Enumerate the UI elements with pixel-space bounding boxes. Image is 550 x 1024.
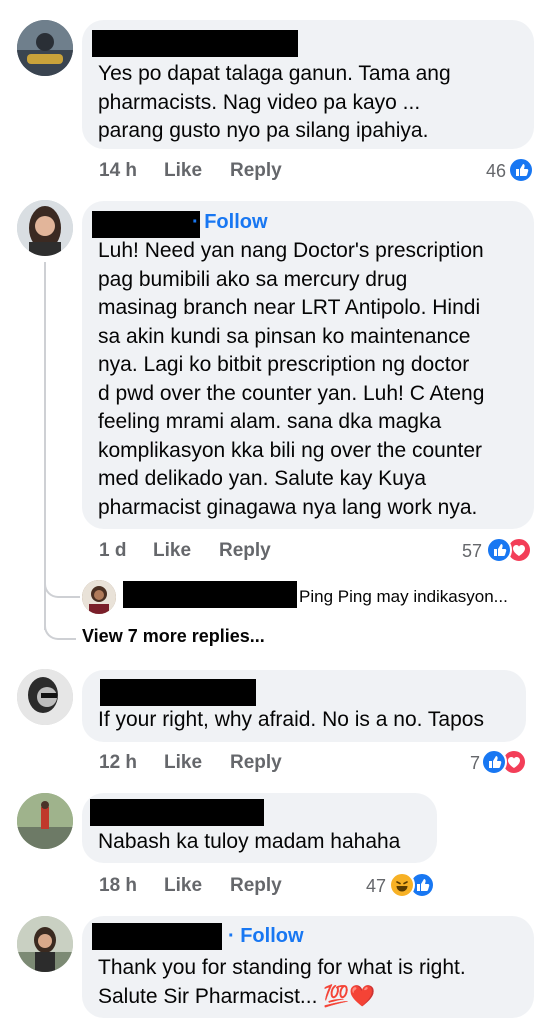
avatar[interactable] [17,916,73,972]
timestamp[interactable]: 1 d [99,540,126,562]
avatar[interactable] [17,20,73,76]
timestamp[interactable]: 18 h [99,875,137,897]
like-icon [508,157,534,183]
reaction-count: 47 [365,876,386,896]
follow-button[interactable]: · Follow [228,925,304,948]
comment-bubble: · Follow Thank you for standing for what… [82,916,534,1018]
avatar[interactable] [17,200,73,256]
avatar[interactable] [17,669,73,725]
redacted-name [92,30,298,57]
like-icon [481,749,507,775]
comment-text: Nabash ka tuloy madam hahaha [98,830,401,853]
thread-connector [44,568,80,598]
like-button[interactable]: Like [164,875,202,897]
reaction-count: 57 [461,541,482,561]
reaction-count: 7 [469,753,480,773]
reply-button[interactable]: Reply [230,752,282,774]
comment-bubble: If your right, why afraid. No is a no. T… [82,670,526,742]
reply-button[interactable]: Reply [230,875,282,897]
thread-connector [44,600,76,640]
avatar[interactable] [17,793,73,849]
redacted-name [92,923,222,950]
comment-text: Luh! Need yan nang Doctor's prescription… [98,239,485,519]
comment-text: Thank you for standing for what is right… [98,956,466,1008]
reply-button[interactable]: Reply [219,540,271,562]
comment-text: If your right, why afraid. No is a no. T… [98,708,484,731]
reply-button[interactable]: Reply [230,160,282,182]
comment-bubble: · Follow Luh! Need yan nang Doctor's pre… [82,201,534,529]
avatar [82,580,116,614]
like-button[interactable]: Like [153,540,191,562]
timestamp[interactable]: 12 h [99,752,137,774]
reply-snippet: Ping Ping may indikasyon... [299,587,508,606]
like-icon [486,537,512,563]
redacted-name [92,211,200,238]
comment-bubble: Nabash ka tuloy madam hahaha [82,793,437,863]
follow-button[interactable]: · Follow [192,211,268,234]
like-button[interactable]: Like [164,160,202,182]
reaction-count: 46 [485,161,506,181]
redacted-name [123,581,297,608]
comment-text: Yes po dapat talaga ganun. Tama ang phar… [98,62,451,142]
like-button[interactable]: Like [164,752,202,774]
timestamp[interactable]: 14 h [99,160,137,182]
comment-bubble: Yes po dapat talaga ganun. Tama ang phar… [82,20,534,149]
view-more-replies-link[interactable]: View 7 more replies... [82,626,265,647]
redacted-name [100,679,256,706]
redacted-name [90,799,264,826]
haha-icon [389,872,415,898]
